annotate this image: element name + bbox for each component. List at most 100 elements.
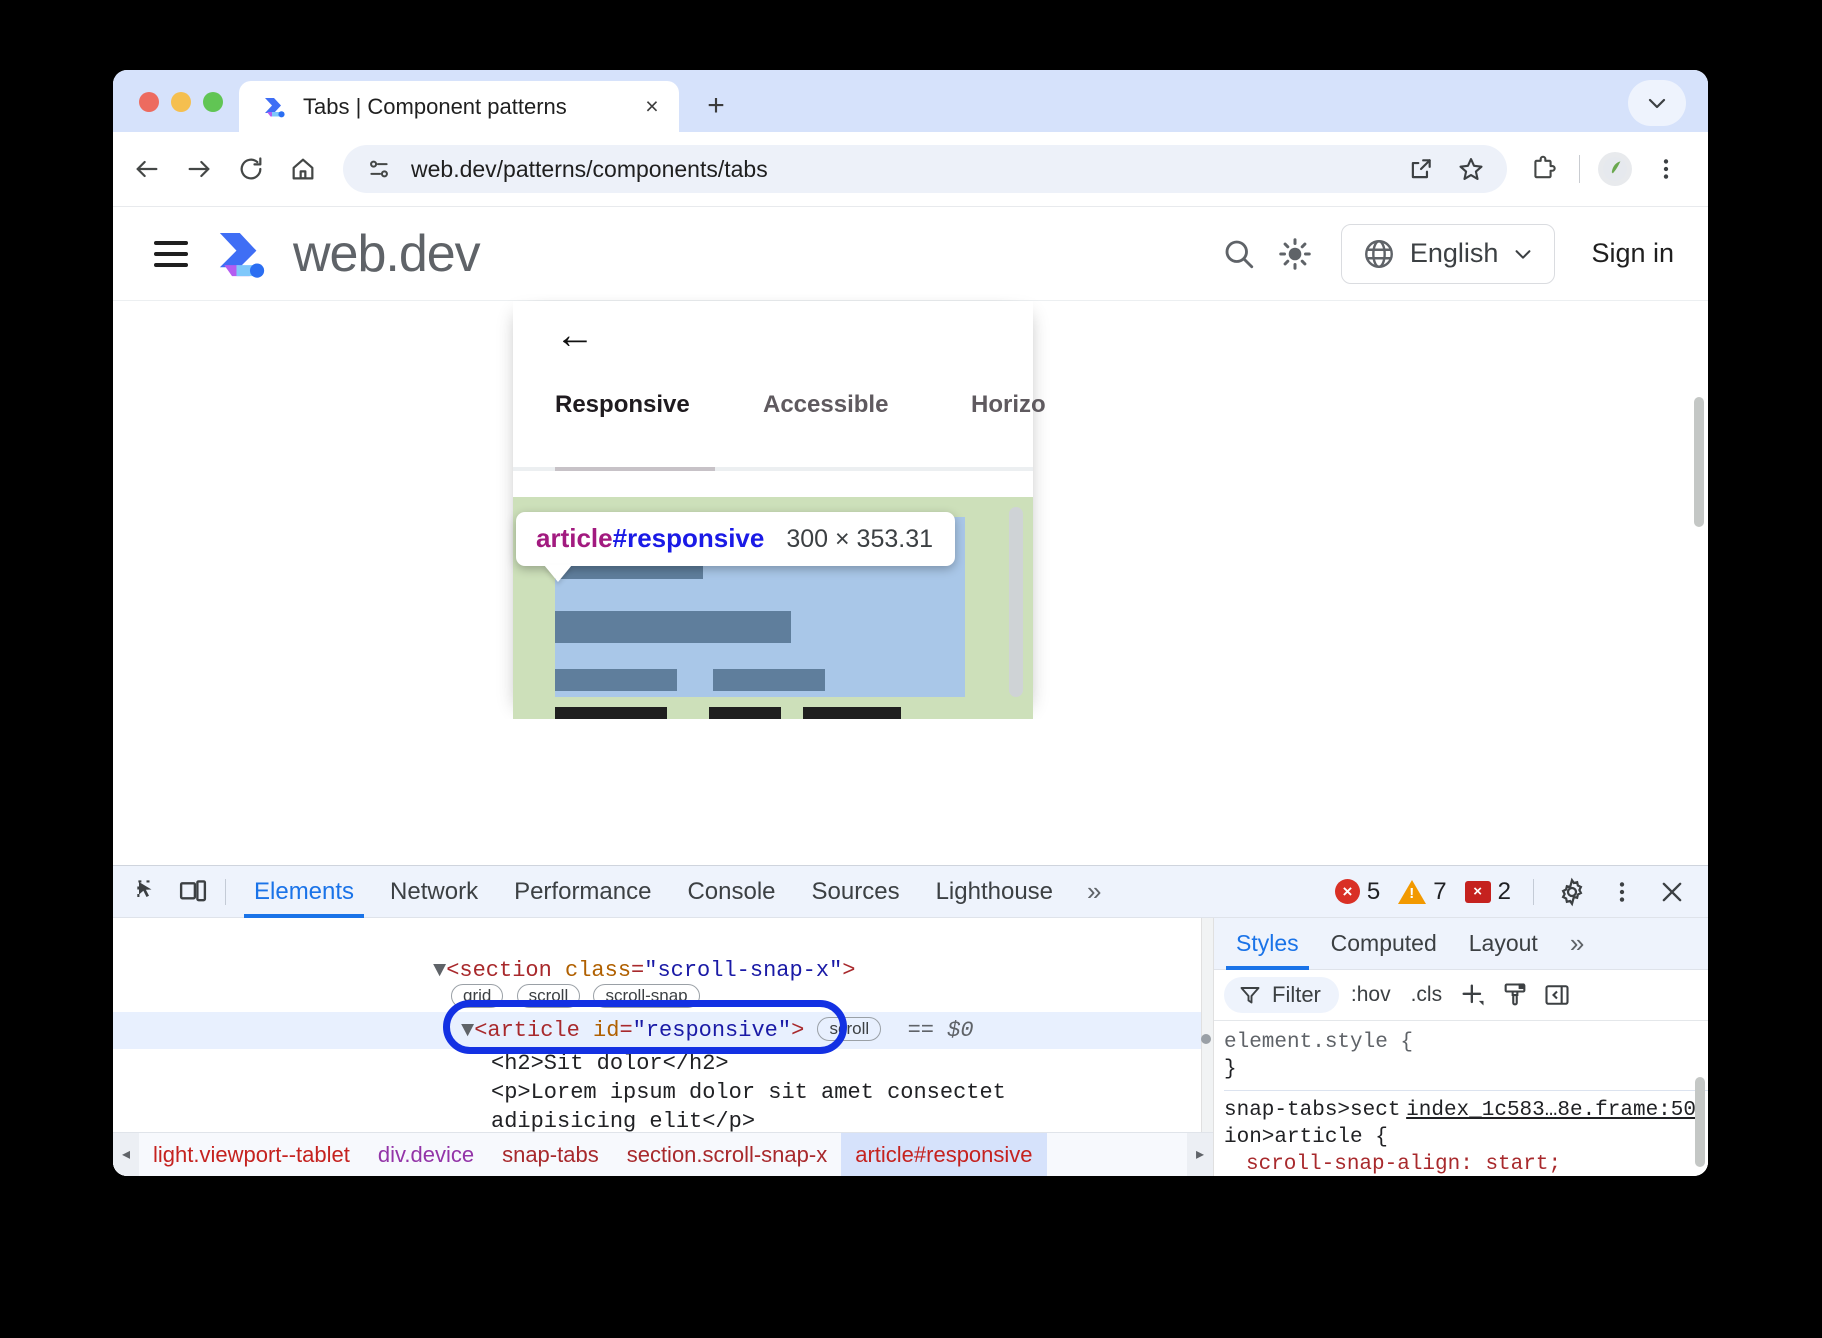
hov-button[interactable]: :hov (1343, 983, 1399, 1007)
style-rule-element[interactable]: element.style { } (1224, 1029, 1708, 1083)
tab-sources[interactable]: Sources (794, 866, 918, 918)
skeleton-bar-dark (555, 707, 667, 719)
gear-icon[interactable] (1550, 872, 1594, 912)
resizer-handle[interactable] (1201, 1034, 1211, 1044)
demo-inner-scrollbar[interactable] (1009, 507, 1023, 697)
skeleton-bar (555, 611, 791, 643)
brush-icon[interactable] (1496, 977, 1534, 1013)
tab-performance[interactable]: Performance (496, 866, 669, 918)
reload-icon[interactable] (227, 145, 275, 193)
demo-tab-indicator (513, 467, 1033, 471)
forward-icon[interactable] (175, 145, 223, 193)
close-window-button[interactable] (139, 92, 159, 112)
page-scrollbar[interactable] (1694, 397, 1704, 527)
inspect-element-icon[interactable] (127, 872, 171, 912)
browser-tab-active[interactable]: Tabs | Component patterns × (239, 81, 679, 132)
badge-scroll-snap[interactable]: scroll-snap (593, 984, 699, 1008)
filter-chip[interactable]: Filter (1224, 977, 1339, 1013)
tab-network[interactable]: Network (372, 866, 496, 918)
close-icon[interactable] (1650, 872, 1694, 912)
warning-counter[interactable]: 7 (1392, 878, 1452, 906)
star-icon[interactable] (1447, 145, 1495, 193)
address-bar-url[interactable]: web.dev/patterns/components/tabs (411, 156, 1383, 183)
dom-line-p[interactable]: <p>Lorem ipsum dolor sit amet consectet (113, 1078, 1213, 1107)
maximize-window-button[interactable] (203, 92, 223, 112)
add-rule-icon[interactable] (1454, 977, 1492, 1013)
breadcrumb-item-section-scroll-snap-x[interactable]: section.scroll-snap-x (613, 1133, 842, 1177)
extensions-icon[interactable] (1519, 145, 1567, 193)
avatar[interactable] (1598, 152, 1632, 186)
warning-icon (1398, 880, 1426, 904)
tab-console[interactable]: Console (669, 866, 793, 918)
badge-scroll[interactable]: scroll (517, 984, 581, 1008)
chevron-down-icon[interactable] (1628, 80, 1686, 126)
cls-button[interactable]: .cls (1403, 983, 1451, 1007)
search-icon[interactable] (1211, 226, 1267, 282)
message-count: 2 (1498, 878, 1511, 906)
filter-input[interactable]: Filter (1272, 982, 1321, 1008)
breadcrumb-scroll-left[interactable]: ◂ (113, 1133, 139, 1177)
dom-line-section[interactable]: ▼<section class="scroll-snap-x"> (113, 956, 1213, 985)
breadcrumb-item-article-responsive[interactable]: article#responsive (841, 1133, 1046, 1177)
address-bar-actions (1397, 145, 1495, 193)
tab-lighthouse[interactable]: Lighthouse (918, 866, 1071, 918)
device-toolbar-icon[interactable] (171, 872, 215, 912)
breadcrumb-item-snap-tabs[interactable]: snap-tabs (488, 1133, 613, 1177)
three-dot-menu-icon[interactable] (1642, 145, 1690, 193)
breadcrumb-item-div-device[interactable]: div.device (364, 1133, 488, 1177)
address-bar[interactable]: web.dev/patterns/components/tabs (343, 145, 1507, 193)
close-icon[interactable]: × (635, 90, 669, 124)
more-tabs-icon[interactable]: » (1071, 876, 1117, 907)
sun-icon[interactable] (1267, 226, 1323, 282)
new-tab-button[interactable]: + (693, 83, 739, 129)
more-panes-icon[interactable]: » (1554, 918, 1600, 970)
menu-icon[interactable] (143, 226, 199, 282)
toggle-sidebar-icon[interactable] (1538, 977, 1576, 1013)
tab-layout[interactable]: Layout (1453, 918, 1554, 970)
tooltip-element-id: #responsive (613, 523, 765, 553)
tab-elements[interactable]: Elements (236, 866, 372, 918)
demo-tab-accessible[interactable]: Accessible (763, 391, 971, 419)
browser-window: Tabs | Component patterns × + web.dev/pa… (113, 70, 1708, 1176)
style-rule-source-link[interactable]: index_1c583…8e.frame:50 (1406, 1097, 1708, 1124)
styles-scrollbar[interactable] (1695, 1077, 1705, 1167)
minimize-window-button[interactable] (171, 92, 191, 112)
dom-line-h2-1[interactable]: <h2>Sit dolor</h2> (113, 1049, 1213, 1078)
share-icon[interactable] (1397, 145, 1445, 193)
tab-styles[interactable]: Styles (1220, 918, 1315, 970)
dom-attr-class: class (565, 958, 631, 983)
site-logo[interactable]: web.dev (211, 223, 480, 285)
tab-computed[interactable]: Computed (1315, 918, 1453, 970)
message-counter[interactable]: × 2 (1459, 878, 1517, 906)
dom-attr-value: "responsive" (633, 1018, 791, 1043)
site-info-icon[interactable] (361, 151, 397, 187)
styles-rules[interactable]: element.style { } index_1c583…8e.frame:5… (1214, 1021, 1708, 1176)
style-rule-selector: snap-tabs>section>article { (1224, 1097, 1434, 1151)
sign-in-button[interactable]: Sign in (1591, 238, 1674, 269)
language-label: English (1410, 238, 1499, 269)
dom-tree-pane[interactable]: ··· ▼<section class="scroll-snap-x"> gri… (113, 918, 1213, 1176)
style-declaration[interactable]: scroll-snap-align: start; (1224, 1151, 1708, 1176)
browser-toolbar: web.dev/patterns/components/tabs (113, 132, 1708, 206)
demo-tab-responsive[interactable]: Responsive (555, 391, 763, 419)
skeleton-bar-dark (709, 707, 781, 719)
breadcrumb-item-light-viewport-tablet[interactable]: light.viewport--tablet (139, 1133, 364, 1177)
breadcrumb-scroll-right[interactable]: ▸ (1187, 1133, 1213, 1177)
dom-line-article-selected[interactable]: ▼<article id="responsive"> scroll == $0 (113, 1012, 1213, 1049)
language-selector[interactable]: English (1341, 224, 1556, 284)
breadcrumb: ◂ light.viewport--tablet div.device snap… (113, 1132, 1213, 1176)
webdev-logo-icon (261, 93, 289, 121)
issue-counters: × 5 7 × 2 (1329, 872, 1694, 912)
demo-tab-horizontal[interactable]: Horizo (971, 391, 1179, 419)
chevron-down-icon (1512, 243, 1534, 265)
devtools-panel: Elements Network Performance Console Sou… (113, 865, 1708, 1176)
dom-section-badges[interactable]: grid scroll scroll-snap (113, 983, 1213, 1012)
error-counter[interactable]: × 5 (1329, 878, 1386, 906)
demo-back-arrow[interactable]: ← (555, 315, 595, 355)
badge-grid[interactable]: grid (451, 984, 503, 1008)
style-rule-snap-tabs[interactable]: index_1c583…8e.frame:50 snap-tabs>sectio… (1224, 1097, 1708, 1176)
back-icon[interactable] (123, 145, 171, 193)
badge-scroll[interactable]: scroll (817, 1017, 881, 1041)
home-icon[interactable] (279, 145, 327, 193)
three-dot-menu-icon[interactable] (1600, 872, 1644, 912)
